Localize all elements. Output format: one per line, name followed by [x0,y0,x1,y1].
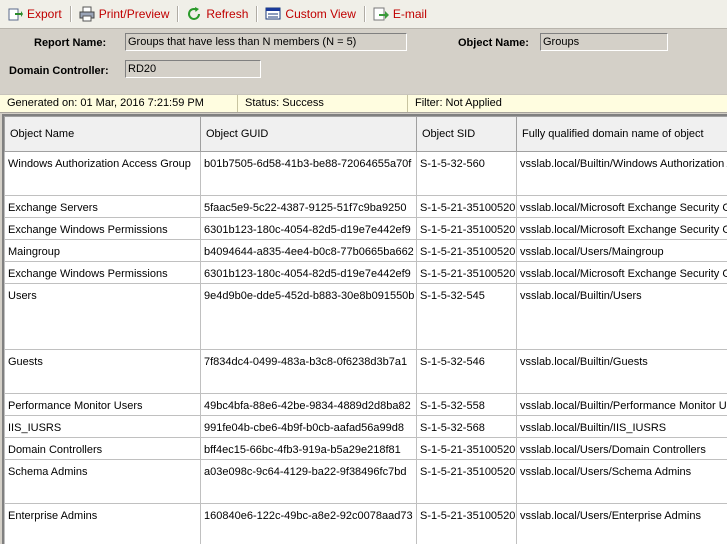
filter-text: Filter: Not Applied [415,97,502,109]
toolbar-separator [69,6,72,22]
generated-on-text: Generated on: 01 Mar, 2016 7:21:59 PM [0,95,238,112]
toolbar: Export Print/Preview Refresh Custom View [0,0,727,29]
cell-object-name: Exchange Windows Permissions [4,217,201,240]
refresh-button[interactable]: Refresh [183,3,251,25]
cell-object-guid: bff4ec15-66bc-4fb3-919a-b5a29e218f81 [200,437,417,460]
object-name-field[interactable]: Groups [540,33,668,51]
cell-object-sid: S-1-5-21-3510052074 [416,459,517,504]
cell-object-name: Windows Authorization Access Group [4,151,201,196]
domain-controller-label: Domain Controller: [9,65,109,77]
status-text: Status: Success [238,95,408,112]
column-header-fqdn[interactable]: Fully qualified domain name of object [516,116,727,152]
table-row[interactable]: Exchange Windows Permissions 6301b123-18… [4,261,727,284]
column-header-object-guid[interactable]: Object GUID [200,116,417,152]
cell-fqdn: vsslab.local/Microsoft Exchange Security… [516,195,727,218]
printer-icon [79,6,95,22]
email-button[interactable]: E-mail [370,3,430,25]
object-name-label: Object Name: [458,37,529,49]
print-preview-button[interactable]: Print/Preview [76,3,173,25]
cell-fqdn: vsslab.local/Users/Schema Admins [516,459,727,504]
toolbar-separator [256,6,259,22]
cell-object-sid: S-1-5-21-3510052074 [416,261,517,284]
cell-object-guid: b01b7505-6d58-41b3-be88-72064655a70f [200,151,417,196]
table-row[interactable]: Maingroup b4094644-a835-4ee4-b0c8-77b066… [4,239,727,262]
print-preview-label: Print/Preview [98,7,170,21]
table-row[interactable]: Windows Authorization Access Group b01b7… [4,151,727,196]
cell-fqdn: vsslab.local/Microsoft Exchange Security… [516,217,727,240]
cell-object-guid: 7f834dc4-0499-483a-b3c8-0f6238d3b7a1 [200,349,417,394]
table-row[interactable]: Schema Admins a03e098c-9c64-4129-ba22-9f… [4,459,727,504]
table-row[interactable]: Guests 7f834dc4-0499-483a-b3c8-0f6238d3b… [4,349,727,394]
report-name-field[interactable]: Groups that have less than N members (N … [125,33,407,51]
export-button[interactable]: Export [4,3,65,25]
cell-object-name: Schema Admins [4,459,201,504]
cell-object-guid: 6301b123-180c-4054-82d5-d19e7e442ef9 [200,217,417,240]
cell-object-sid: S-1-5-32-560 [416,151,517,196]
cell-object-sid: S-1-5-32-568 [416,415,517,438]
cell-fqdn: vsslab.local/Builtin/Performance Monitor… [516,393,727,416]
cell-fqdn: vsslab.local/Users/Enterprise Admins [516,503,727,544]
custom-view-button[interactable]: Custom View [262,3,358,25]
table-row[interactable]: Domain Controllers bff4ec15-66bc-4fb3-91… [4,437,727,460]
cell-object-sid: S-1-5-32-545 [416,283,517,350]
cell-object-name: Exchange Servers [4,195,201,218]
report-name-label: Report Name: [34,37,107,49]
cell-object-name: Exchange Windows Permissions [4,261,201,284]
refresh-label: Refresh [206,7,249,21]
export-label: Export [27,7,62,21]
cell-object-sid: S-1-5-21-3510052074 [416,195,517,218]
refresh-icon [188,7,201,20]
cell-fqdn: vsslab.local/Builtin/Windows Authorizati… [516,151,727,196]
cell-object-sid: S-1-5-21-3510052074 [416,503,517,544]
table-row[interactable]: Performance Monitor Users 49bc4bfa-88e6-… [4,393,727,416]
status-bar: Generated on: 01 Mar, 2016 7:21:59 PM St… [0,94,727,113]
report-grid[interactable]: Object Name Object GUID Object SID Fully… [2,114,727,544]
cell-object-name: Users [4,283,201,350]
table-row[interactable]: Exchange Windows Permissions 6301b123-18… [4,217,727,240]
cell-fqdn: vsslab.local/Builtin/Guests [516,349,727,394]
cell-object-name: Domain Controllers [4,437,201,460]
cell-object-guid: 991fe04b-cbe6-4b9f-b0cb-aafad56a99d8 [200,415,417,438]
cell-object-guid: b4094644-a835-4ee4-b0c8-77b0665ba662 [200,239,417,262]
cell-object-sid: S-1-5-21-3510052074 [416,437,517,460]
cell-fqdn: vsslab.local/Builtin/Users [516,283,727,350]
cell-object-sid: S-1-5-21-3510052074 [416,239,517,262]
cell-object-name: IIS_IUSRS [4,415,201,438]
cell-object-name: Maingroup [4,239,201,262]
column-header-object-sid[interactable]: Object SID [416,116,517,152]
cell-fqdn: vsslab.local/Users/Domain Controllers [516,437,727,460]
cell-fqdn: vsslab.local/Microsoft Exchange Security… [516,261,727,284]
cell-fqdn: vsslab.local/Builtin/IIS_IUSRS [516,415,727,438]
email-icon [373,7,389,21]
table-row[interactable]: Enterprise Admins 160840e6-122c-49bc-a8e… [4,503,727,544]
cell-object-guid: 5faac5e9-5c22-4387-9125-51f7c9ba9250 [200,195,417,218]
domain-controller-field[interactable]: RD20 [125,60,261,78]
cell-object-guid: 160840e6-122c-49bc-a8e2-92c0078aad73 [200,503,417,544]
cell-object-sid: S-1-5-21-3510052074 [416,217,517,240]
table-row[interactable]: IIS_IUSRS 991fe04b-cbe6-4b9f-b0cb-aafad5… [4,415,727,438]
export-icon [8,8,23,21]
cell-fqdn: vsslab.local/Users/Maingroup [516,239,727,262]
report-table: Object Name Object GUID Object SID Fully… [4,116,727,544]
column-header-object-name[interactable]: Object Name [4,116,201,152]
email-label: E-mail [392,7,427,21]
cell-object-name: Enterprise Admins [4,503,201,544]
toolbar-separator [363,6,366,22]
table-header-row: Object Name Object GUID Object SID Fully… [4,116,727,152]
table-row[interactable]: Users 9e4d9b0e-dde5-452d-b883-30e8b09155… [4,283,727,350]
cell-object-guid: 6301b123-180c-4054-82d5-d19e7e442ef9 [200,261,417,284]
custom-view-icon [265,7,281,20]
cell-object-sid: S-1-5-32-558 [416,393,517,416]
custom-view-label: Custom View [285,7,356,21]
cell-object-guid: 9e4d9b0e-dde5-452d-b883-30e8b091550b [200,283,417,350]
table-row[interactable]: Exchange Servers 5faac5e9-5c22-4387-9125… [4,195,727,218]
cell-object-guid: a03e098c-9c64-4129-ba22-9f38496fc7bd [200,459,417,504]
cell-object-sid: S-1-5-32-546 [416,349,517,394]
toolbar-separator [177,6,180,22]
cell-object-name: Guests [4,349,201,394]
cell-object-guid: 49bc4bfa-88e6-42be-9834-4889d2d8ba82 [200,393,417,416]
cell-object-name: Performance Monitor Users [4,393,201,416]
